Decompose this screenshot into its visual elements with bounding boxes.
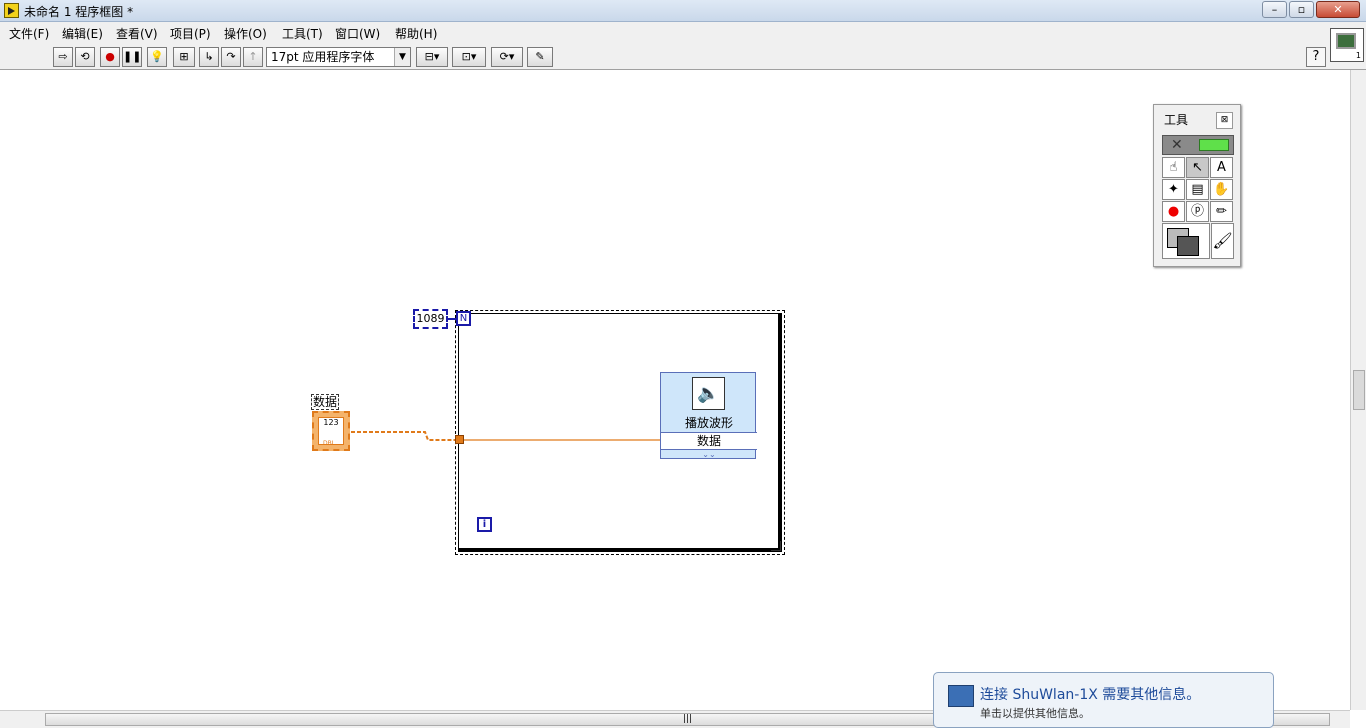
step-into-icon[interactable]: ↳ bbox=[199, 47, 219, 67]
wifi-notification[interactable]: 连接 ShuWlan-1X 需要其他信息。 单击以提供其他信息。 bbox=[933, 672, 1274, 728]
menu-window[interactable]: 窗口(W) bbox=[335, 25, 380, 42]
network-icon bbox=[948, 685, 974, 707]
reorder-icon[interactable]: ⟳▾ bbox=[491, 47, 523, 67]
input-tunnel[interactable] bbox=[455, 435, 464, 444]
font-select-value: 17pt 应用程序字体 bbox=[271, 50, 375, 64]
font-select[interactable]: 17pt 应用程序字体 ▼ bbox=[266, 47, 411, 67]
iteration-terminal[interactable]: i bbox=[477, 517, 492, 532]
led-indicator-icon bbox=[1199, 139, 1229, 151]
menu-tools[interactable]: 工具(T) bbox=[282, 25, 323, 42]
control-label[interactable]: 数据 bbox=[311, 394, 339, 410]
control-value: 123 bbox=[323, 418, 339, 427]
step-over-icon[interactable]: ↷ bbox=[221, 47, 241, 67]
vi-icon: 1 bbox=[1330, 28, 1364, 62]
play-waveform-express-vi[interactable]: 🔈 播放波形 数据 ⌄⌄ bbox=[660, 372, 757, 459]
align-objects-icon[interactable]: ⊟▾ bbox=[416, 47, 448, 67]
toolbar: ⇨ ⟲ ● ❚❚ 💡 ⊞ ↳ ↷ ↑ 17pt 应用程序字体 ▼ ⊟▾ ⊡▾ ⟳… bbox=[0, 42, 1366, 70]
highlight-execution-icon[interactable]: 💡 bbox=[147, 47, 167, 67]
close-button[interactable]: ✕ bbox=[1316, 1, 1360, 18]
speaker-icon: 🔈 bbox=[692, 377, 725, 410]
object-shortcut-menu-tool-icon[interactable]: ▤ bbox=[1186, 179, 1209, 200]
connect-wire-tool-icon[interactable]: ✦ bbox=[1162, 179, 1185, 200]
express-vi-input-data[interactable]: 数据 bbox=[661, 432, 757, 450]
menu-operate[interactable]: 操作(O) bbox=[224, 25, 267, 42]
retain-wire-values-icon[interactable]: ⊞ bbox=[173, 47, 195, 67]
expand-chevron-icon[interactable]: ⌄⌄ bbox=[661, 450, 757, 459]
maximize-button[interactable]: ▫ bbox=[1289, 1, 1314, 18]
position-tool-icon[interactable]: ↖ bbox=[1186, 157, 1209, 178]
labview-app-icon bbox=[4, 3, 19, 18]
scroll-window-tool-icon[interactable]: ✋ bbox=[1210, 179, 1233, 200]
distribute-objects-icon[interactable]: ⊡▾ bbox=[452, 47, 486, 67]
menu-edit[interactable]: 编辑(E) bbox=[62, 25, 103, 42]
edit-text-tool-icon[interactable]: A bbox=[1210, 157, 1233, 178]
express-vi-name: 播放波形 bbox=[684, 416, 733, 430]
set-breakpoint-tool-icon[interactable]: ● bbox=[1162, 201, 1185, 222]
run-continuously-icon[interactable]: ⟲ bbox=[75, 47, 95, 67]
context-help-button[interactable]: ? bbox=[1306, 47, 1326, 67]
brush-icon[interactable]: 🖌 bbox=[1211, 223, 1234, 259]
operate-value-tool-icon[interactable]: ☝ bbox=[1162, 157, 1185, 178]
pause-icon[interactable]: ❚❚ bbox=[122, 47, 142, 67]
clean-up-diagram-icon[interactable]: ✎ bbox=[527, 47, 553, 67]
menu-help[interactable]: 帮助(H) bbox=[395, 25, 437, 42]
menu-bar: 文件(F) 编辑(E) 查看(V) 项目(P) 操作(O) 工具(T) 窗口(W… bbox=[0, 22, 1366, 42]
close-icon[interactable]: ⊠ bbox=[1216, 112, 1233, 129]
tools-palette-title: 工具 bbox=[1164, 113, 1189, 127]
crossed-tools-icon: ✕ bbox=[1171, 137, 1183, 153]
title-bar: 未命名 1 程序框图 * – ▫ ✕ bbox=[0, 0, 1366, 22]
numeric-control-terminal[interactable]: 123 DBL bbox=[312, 411, 350, 451]
loop-count-constant[interactable]: 1089 bbox=[413, 309, 448, 329]
chevron-down-icon: ▼ bbox=[394, 48, 410, 66]
probe-tool-icon[interactable]: ⓟ bbox=[1186, 201, 1209, 222]
menu-view[interactable]: 查看(V) bbox=[116, 25, 158, 42]
run-arrow-icon[interactable]: ⇨ bbox=[53, 47, 73, 67]
notification-subtitle: 单击以提供其他信息。 bbox=[980, 707, 1090, 720]
vertical-scrollbar[interactable] bbox=[1350, 70, 1366, 710]
control-type: DBL bbox=[323, 440, 336, 447]
minimize-button[interactable]: – bbox=[1262, 1, 1287, 18]
set-color-tool[interactable] bbox=[1162, 223, 1210, 259]
step-out-icon[interactable]: ↑ bbox=[243, 47, 263, 67]
loop-resize-handle[interactable] bbox=[771, 541, 781, 551]
count-terminal[interactable]: N bbox=[456, 311, 471, 326]
tools-palette: 工具 ⊠ ✕ ☝ ↖ A ✦ ▤ ✋ ● ⓟ ✏ 🖌 bbox=[1153, 104, 1241, 267]
abort-icon[interactable]: ● bbox=[100, 47, 120, 67]
get-color-tool-icon[interactable]: ✏ bbox=[1210, 201, 1233, 222]
notification-title: 连接 ShuWlan-1X 需要其他信息。 bbox=[980, 687, 1201, 703]
menu-file[interactable]: 文件(F) bbox=[9, 25, 49, 42]
window-title: 未命名 1 程序框图 * bbox=[24, 5, 134, 19]
menu-project[interactable]: 项目(P) bbox=[170, 25, 211, 42]
automatic-tool-selection-toggle[interactable]: ✕ bbox=[1162, 135, 1234, 155]
